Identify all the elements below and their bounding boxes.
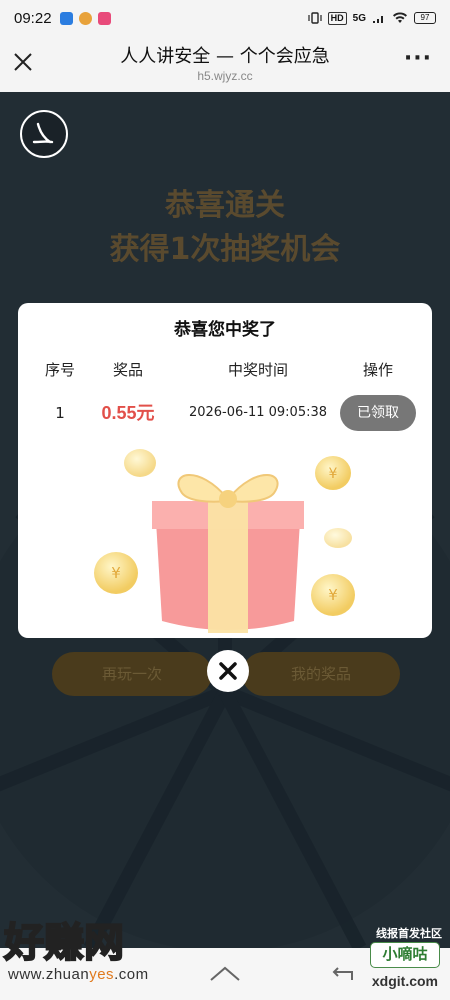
row-index: 1	[55, 404, 65, 422]
svg-text:¥: ¥	[111, 564, 121, 582]
claimed-button[interactable]: 已领取	[340, 395, 416, 431]
column-header-action: 操作	[362, 361, 393, 379]
signal-icon	[373, 16, 383, 23]
close-icon	[219, 662, 237, 680]
status-time: 09:22	[14, 9, 52, 27]
column-header-index: 序号	[44, 361, 75, 379]
close-modal-button[interactable]	[207, 650, 249, 692]
notification-app2-icon	[97, 11, 111, 25]
home-nav-icon[interactable]	[208, 962, 242, 984]
svg-text:¥: ¥	[328, 586, 338, 604]
column-header-prize: 奖品	[112, 361, 143, 379]
music-note-icon	[32, 122, 54, 144]
back-nav-icon[interactable]	[330, 962, 360, 984]
notification-weibo-icon	[78, 11, 92, 25]
modal-title: 恭喜您中奖了	[174, 320, 276, 340]
page-title: 人人讲安全 — 个个会应急	[120, 46, 330, 67]
my-prizes-button[interactable]: 我的奖品	[242, 652, 400, 696]
banner-line2: 获得1次抽奖机会	[109, 232, 341, 267]
browser-title-bar: 人人讲安全 — 个个会应急 h5.wjyz.cc ···	[0, 36, 450, 92]
gift-box-illustration: ¥ ¥ ¥	[94, 449, 355, 633]
prize-modal: 恭喜您中奖了 序号 奖品 中奖时间 操作 1 0.55元 2026-06-11 …	[18, 303, 432, 638]
column-header-time: 中奖时间	[227, 361, 288, 379]
watermark-badge-right: 小嘀咕	[370, 942, 440, 968]
status-bar: 09:22 HD 5G 97	[0, 0, 450, 36]
congrats-banner: 恭喜通关 获得1次抽奖机会	[0, 184, 450, 272]
network-type: 5G	[352, 12, 366, 24]
music-toggle-button[interactable]	[20, 110, 68, 158]
play-again-button[interactable]: 再玩一次	[52, 652, 212, 696]
wifi-icon	[393, 12, 407, 23]
watermark-url-left: www.zhuanyes.com	[8, 966, 149, 983]
table-row: 1 0.55元 2026-06-11 09:05:38 已领取	[18, 395, 432, 431]
battery-indicator: 97	[414, 12, 436, 24]
notification-app-icon	[59, 11, 73, 25]
game-page: 恭喜通关 获得1次抽奖机会 再玩一次 我的奖品 恭喜您中奖了 序号 奖品 中奖时…	[0, 92, 450, 948]
prize-table-header: 序号 奖品 中奖时间 操作	[18, 359, 432, 381]
row-prize: 0.55元	[101, 403, 155, 423]
more-menu-icon[interactable]: ···	[404, 48, 432, 70]
watermark-url-right: xdgit.com	[371, 973, 438, 989]
row-time: 2026-06-11 09:05:38	[188, 405, 328, 420]
watermark-logo-left: 好赚网	[3, 919, 125, 967]
hd-badge: HD	[327, 11, 347, 25]
vibrate-icon	[308, 12, 322, 24]
page-url: h5.wjyz.cc	[197, 69, 253, 83]
svg-text:¥: ¥	[329, 466, 338, 482]
banner-line1: 恭喜通关	[165, 188, 285, 223]
watermark-tagline-right: 线报首发社区	[376, 927, 442, 940]
